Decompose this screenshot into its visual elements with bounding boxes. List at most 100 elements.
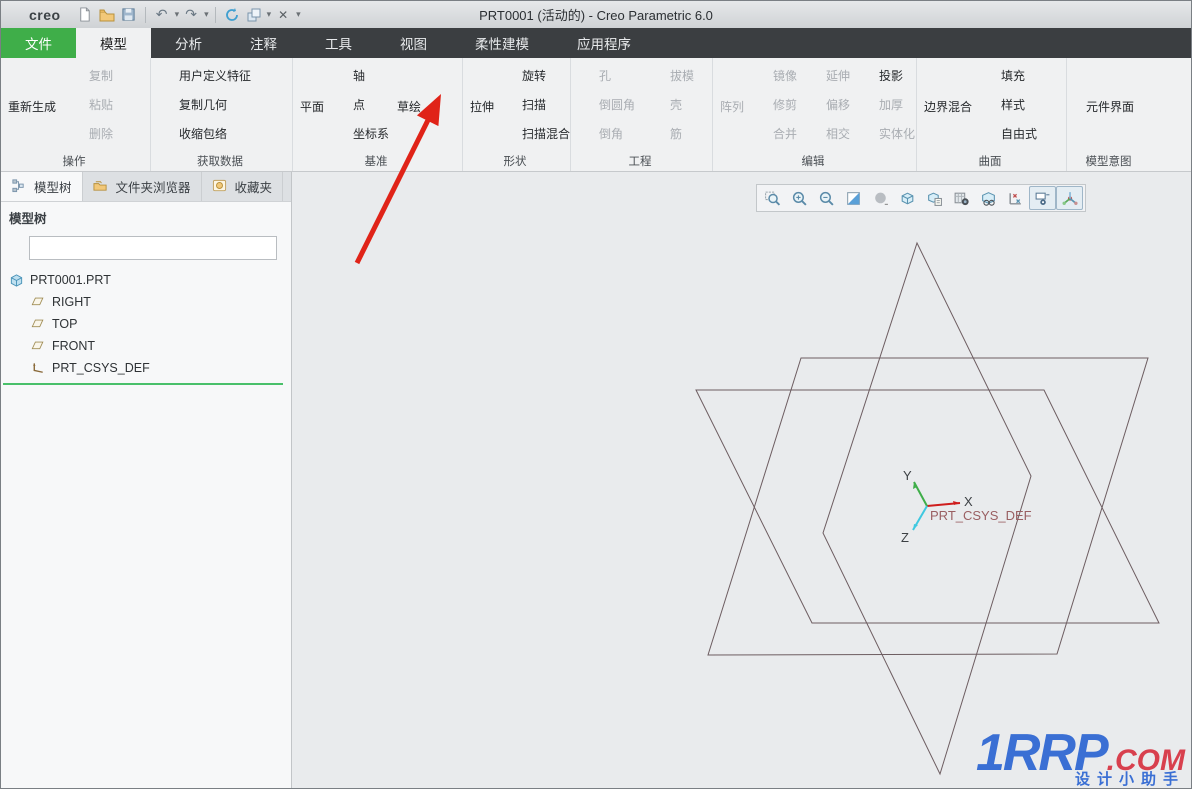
thicken-button[interactable]: 加厚 bbox=[855, 90, 918, 119]
new-file-button[interactable] bbox=[75, 4, 95, 26]
freestyle-icon bbox=[980, 125, 997, 142]
close-window-button[interactable]: ✕ bbox=[273, 4, 293, 26]
group-label-get-data[interactable]: 获取数据 bbox=[151, 150, 292, 171]
creo-window: creo ↶▾↷▾▾✕▾ PRT0001 (活动的) - Creo Parame… bbox=[0, 0, 1192, 789]
project-button[interactable]: 投影 bbox=[855, 61, 918, 90]
ribbon-group-operations: 重新生成 复制 粘贴 删除 bbox=[1, 58, 151, 171]
tree-item-PRT0001.PRT[interactable]: PRT0001.PRT bbox=[1, 269, 291, 291]
toolbar-options-caret[interactable]: ▾ bbox=[296, 9, 301, 20]
csys-button[interactable]: 坐标系 bbox=[329, 119, 392, 148]
round-button[interactable]: 倒圆角 bbox=[575, 90, 642, 119]
copy-button[interactable]: 复制 bbox=[65, 61, 120, 90]
tree-item-TOP[interactable]: TOP bbox=[1, 313, 291, 335]
fill-button[interactable]: 填充 bbox=[977, 61, 1040, 90]
group-label-engineering[interactable]: 工程 bbox=[571, 150, 712, 171]
shell-button[interactable]: 壳 bbox=[646, 90, 701, 119]
tab-file[interactable]: 文件 bbox=[1, 28, 76, 58]
tab-分析[interactable]: 分析 bbox=[151, 28, 226, 58]
sweep-button[interactable]: 扫描 bbox=[498, 90, 573, 119]
navigator-tab-文件夹浏览器[interactable]: 文件夹浏览器 bbox=[83, 172, 202, 201]
csys-small-icon bbox=[31, 361, 46, 376]
navigator-panel: 模型树文件夹浏览器收藏夹 模型树 PRT0001.PRTRIGHTTOPF bbox=[1, 172, 292, 789]
group-label-model-intent[interactable]: 模型意图 bbox=[1067, 150, 1153, 171]
tree-item-PRT_CSYS_DEF[interactable]: PRT_CSYS_DEF bbox=[1, 357, 291, 379]
thicken-icon bbox=[858, 96, 875, 113]
save-button[interactable] bbox=[119, 4, 139, 26]
tree-item-FRONT[interactable]: FRONT bbox=[1, 335, 291, 357]
point-button[interactable]: 点 bbox=[329, 90, 392, 119]
tree-search-icon[interactable] bbox=[265, 209, 283, 227]
tab-工具[interactable]: 工具 bbox=[301, 28, 376, 58]
window-switch-button[interactable] bbox=[244, 4, 264, 26]
trim-button[interactable]: 修剪 bbox=[749, 90, 800, 119]
revolve-button[interactable]: 旋转 bbox=[498, 61, 573, 90]
chevron-down-icon[interactable]: ▾ bbox=[175, 9, 180, 20]
watermark-suffix: .COM bbox=[1107, 747, 1185, 774]
intersect-button[interactable]: 相交 bbox=[802, 119, 853, 148]
copy-geometry-button[interactable]: 复制几何 bbox=[155, 90, 254, 119]
plane-button[interactable]: 平面 bbox=[297, 61, 327, 116]
merge-icon bbox=[752, 125, 769, 142]
boundary-blend-button[interactable]: 边界混合 bbox=[921, 61, 975, 116]
undo-button[interactable]: ↶ bbox=[152, 4, 172, 26]
pattern-button[interactable]: 阵列 bbox=[717, 61, 747, 116]
svg-text:X: X bbox=[964, 494, 973, 509]
ribbon-group-get-data: 用户定义特征 复制几何 收缩包络 获取数据 bbox=[151, 58, 293, 171]
project-icon bbox=[858, 67, 875, 84]
graphics-area[interactable]: X Y Z PRT_CSYS_DEF 1RRP .COM 设计小助手 bbox=[292, 172, 1191, 789]
navigator-tab-模型树[interactable]: 模型树 bbox=[1, 172, 83, 201]
favorites-icon bbox=[212, 178, 230, 196]
csys-triad[interactable]: X Y Z PRT_CSYS_DEF bbox=[901, 468, 1032, 545]
chamfer-button[interactable]: 倒角 bbox=[575, 119, 642, 148]
solidify-button[interactable]: 实体化 bbox=[855, 119, 918, 148]
svg-text:Y: Y bbox=[903, 468, 912, 483]
svg-text:PRT_CSYS_DEF: PRT_CSYS_DEF bbox=[930, 508, 1032, 523]
tab-应用程序[interactable]: 应用程序 bbox=[553, 28, 655, 58]
chevron-down-icon[interactable]: ▾ bbox=[204, 9, 209, 20]
component-interface-button[interactable]: 元件界面 bbox=[1083, 61, 1137, 116]
ribbon-group-shapes: 拉伸 旋转 扫描 扫描混合 形状 bbox=[463, 58, 571, 171]
trim-icon bbox=[752, 96, 769, 113]
tab-视图[interactable]: 视图 bbox=[376, 28, 451, 58]
tree-settings-icon[interactable] bbox=[235, 209, 253, 227]
tab-柔性建模[interactable]: 柔性建模 bbox=[451, 28, 553, 58]
hole-button[interactable]: 孔 bbox=[575, 61, 642, 90]
group-label-surfaces[interactable]: 曲面 bbox=[917, 150, 1066, 171]
tree-tools-icon[interactable] bbox=[205, 209, 223, 227]
offset-button[interactable]: 偏移 bbox=[802, 90, 853, 119]
shrinkwrap-button[interactable]: 收缩包络 bbox=[155, 119, 254, 148]
merge-button[interactable]: 合并 bbox=[749, 119, 800, 148]
freestyle-button[interactable]: 自由式 bbox=[977, 119, 1040, 148]
open-folder-button[interactable] bbox=[97, 4, 117, 26]
model-tree: PRT0001.PRTRIGHTTOPFRONTPRT_CSYS_DEF bbox=[1, 263, 291, 379]
extrude-button[interactable]: 拉伸 bbox=[467, 61, 497, 116]
group-label-datum[interactable]: 基准 bbox=[293, 150, 462, 171]
redo-button[interactable]: ↷ bbox=[181, 4, 201, 26]
tree-item-RIGHT[interactable]: RIGHT bbox=[1, 291, 291, 313]
extend-button[interactable]: 延伸 bbox=[802, 61, 853, 90]
swept-blend-button[interactable]: 扫描混合 bbox=[498, 119, 573, 148]
svg-text:Z: Z bbox=[901, 530, 909, 545]
rib-button[interactable]: 筋 bbox=[646, 119, 701, 148]
tree-filter-input[interactable] bbox=[34, 240, 272, 256]
delete-button[interactable]: 删除 bbox=[65, 119, 120, 148]
axis-button[interactable]: 轴 bbox=[329, 61, 392, 90]
draft-button[interactable]: 拔模 bbox=[646, 61, 701, 90]
navigator-tab-收藏夹[interactable]: 收藏夹 bbox=[202, 172, 284, 201]
tree-filter-field[interactable] bbox=[29, 236, 277, 260]
group-label-editing[interactable]: 编辑 bbox=[713, 150, 916, 171]
paste-button[interactable]: 粘贴 bbox=[65, 90, 120, 119]
style-button[interactable]: 样式 bbox=[977, 90, 1040, 119]
filter-funnel-icon[interactable] bbox=[7, 239, 25, 257]
group-label-operations[interactable]: 操作 bbox=[1, 150, 150, 171]
tab-注释[interactable]: 注释 bbox=[226, 28, 301, 58]
regenerate-small-button[interactable] bbox=[222, 4, 242, 26]
tab-模型[interactable]: 模型 bbox=[76, 28, 151, 58]
regenerate-button[interactable]: 重新生成 bbox=[5, 61, 59, 116]
chevron-down-icon[interactable]: ▾ bbox=[267, 9, 272, 20]
mirror-button[interactable]: 镜像 bbox=[749, 61, 800, 90]
model-tree-title: 模型树 bbox=[9, 208, 47, 227]
group-label-shapes[interactable]: 形状 bbox=[463, 150, 570, 171]
sketch-button[interactable]: 草绘 bbox=[394, 61, 424, 116]
udf-button[interactable]: 用户定义特征 bbox=[155, 61, 254, 90]
